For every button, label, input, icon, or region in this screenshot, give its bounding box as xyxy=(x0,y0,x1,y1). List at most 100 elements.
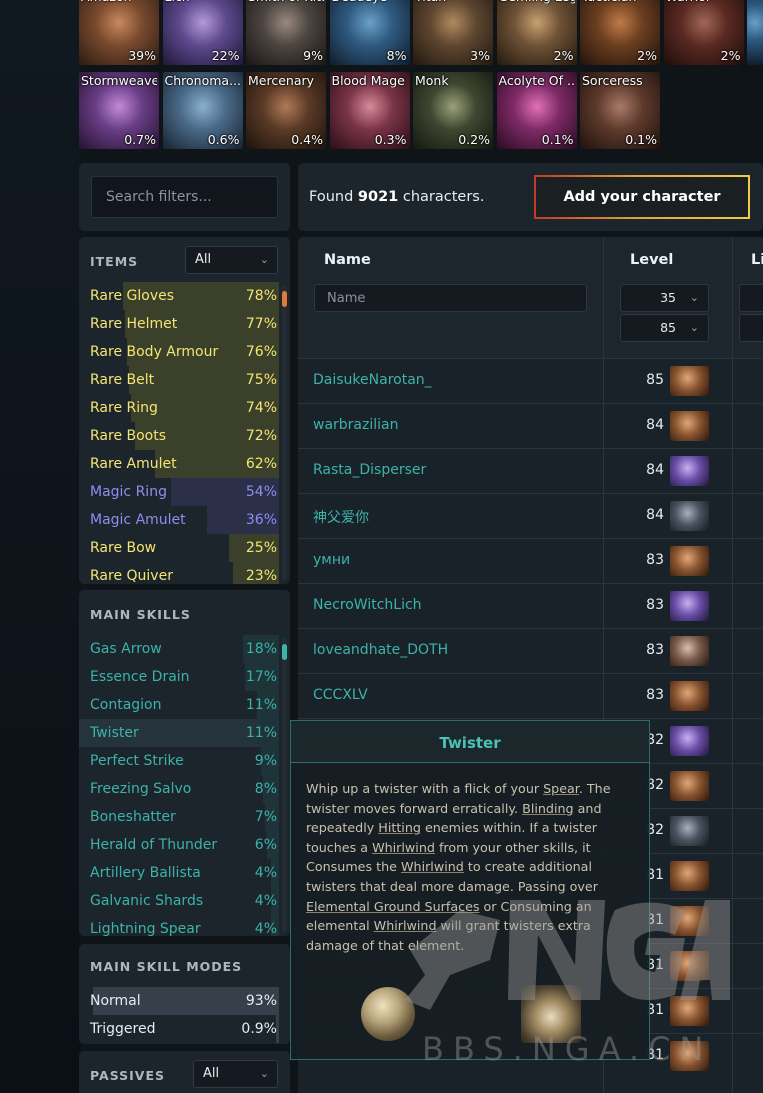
item-filter-row[interactable]: Rare Belt 75% xyxy=(79,366,279,394)
class-percentage: 0.1% xyxy=(625,132,657,147)
class-name: Titan xyxy=(415,0,491,4)
search-filters-input[interactable] xyxy=(91,176,278,218)
item-filter-row[interactable]: Magic Ring 54% xyxy=(79,478,279,506)
table-row[interactable]: loveandhate_DOTH 83 xyxy=(298,628,763,673)
class-portrait[interactable]: Mercenary 0.4% xyxy=(246,72,326,149)
skill-filter-row[interactable]: Twister 11% xyxy=(79,719,279,747)
tooltip-keyword[interactable]: Hitting xyxy=(378,820,421,835)
skill-filter-row[interactable]: Herald of Thunder 6% xyxy=(79,831,279,859)
skill-filter-percentage: 4% xyxy=(254,865,277,881)
character-level: 84 xyxy=(646,417,664,433)
tooltip-keyword[interactable]: Whirlwind xyxy=(374,918,437,933)
character-name-link[interactable]: loveandhate_DOTH xyxy=(313,642,448,658)
skill-filter-row[interactable]: Freezing Salvo 8% xyxy=(79,775,279,803)
add-character-button[interactable]: Add your character xyxy=(534,175,750,219)
class-name: Monk xyxy=(415,73,449,88)
class-name: Tactician xyxy=(582,0,658,4)
class-portrait[interactable]: Smith of Kitava 9% xyxy=(246,0,326,65)
skills-scrollbar[interactable] xyxy=(282,638,287,932)
table-row[interactable]: 神父爱你 84 xyxy=(298,493,763,538)
skill-filter-percentage: 8% xyxy=(254,781,277,797)
life-max-select[interactable] xyxy=(739,314,763,342)
tooltip-keyword[interactable]: Whirlwind xyxy=(401,859,464,874)
class-portrait[interactable]: Chronoma... 0.6% xyxy=(162,72,243,149)
item-filter-row[interactable]: Rare Amulet 62% xyxy=(79,450,279,478)
table-row[interactable]: умни 83 xyxy=(298,538,763,583)
item-filter-row[interactable]: Rare Ring 74% xyxy=(79,394,279,422)
item-filter-row[interactable]: Rare Quiver 23% xyxy=(79,562,279,584)
class-portrait[interactable]: Gemling Legionnaire 2% xyxy=(496,0,577,65)
items-rarity-select[interactable]: All ⌄ xyxy=(185,246,278,274)
chevron-down-icon: ⌄ xyxy=(689,291,699,304)
character-name-link[interactable]: DaisukeNarotan_ xyxy=(313,372,432,388)
class-portrait[interactable]: Monk 0.2% xyxy=(413,72,493,149)
table-row[interactable]: Rasta_Disperser 84 xyxy=(298,448,763,493)
column-header-life[interactable]: Li xyxy=(751,252,763,268)
class-name: Chronoma... xyxy=(164,73,241,88)
table-row[interactable]: DaisukeNarotan_ 85 xyxy=(298,358,763,403)
name-filter-input[interactable] xyxy=(314,284,587,312)
column-header-level[interactable]: Level xyxy=(630,252,673,268)
skill-mode-label: Triggered xyxy=(90,1021,156,1037)
character-name-link[interactable]: NecroWitchLich xyxy=(313,597,422,613)
tooltip-keyword[interactable]: Elemental Ground Surfaces xyxy=(306,899,480,914)
passives-select[interactable]: All ⌄ xyxy=(193,1060,278,1088)
class-percentage: 22% xyxy=(211,48,240,63)
skill-filter-label: Artillery Ballista xyxy=(90,865,201,881)
character-name-link[interactable]: умни xyxy=(313,552,350,568)
class-portrait[interactable]: Deadeye 8% xyxy=(329,0,410,65)
class-portrait[interactable]: Blood Mage 0.3% xyxy=(329,72,410,149)
character-name-link[interactable]: warbrazilian xyxy=(313,417,398,433)
class-percentage: 0.6% xyxy=(207,132,240,147)
class-portrait[interactable]: Acolyte Of ... 0.1% xyxy=(496,72,577,149)
skill-mode-row[interactable]: Normal 93% xyxy=(79,987,279,1015)
skill-filter-row[interactable]: Lightning Spear 4% xyxy=(79,915,279,936)
class-portrait[interactable]: Warrior 2% xyxy=(663,0,744,65)
character-count: 9021 xyxy=(357,189,399,205)
table-row[interactable]: NecroWitchLich 83 xyxy=(298,583,763,628)
tooltip-keyword[interactable]: Blinding xyxy=(522,801,573,816)
class-percentage: 0.3% xyxy=(374,132,407,147)
skill-filter-row[interactable]: Galvanic Shards 4% xyxy=(79,887,279,915)
item-filter-percentage: 74% xyxy=(245,400,277,416)
item-filter-row[interactable]: Rare Gloves 78% xyxy=(79,282,279,310)
skill-filter-row[interactable]: Contagion 11% xyxy=(79,691,279,719)
class-portrait[interactable]: Sorceress 0.1% xyxy=(580,72,660,149)
class-portrait[interactable]: Stormweaver 0.7% xyxy=(79,72,159,149)
class-name: Deadeye xyxy=(332,0,408,4)
skill-filter-row[interactable]: Boneshatter 7% xyxy=(79,803,279,831)
character-name-link[interactable]: 神父爱你 xyxy=(313,507,369,527)
class-portrait[interactable]: Tactician 2% xyxy=(580,0,660,65)
class-portrait[interactable]: Lich 22% xyxy=(162,0,243,65)
skill-filter-row[interactable]: Essence Drain 17% xyxy=(79,663,279,691)
skill-mode-row[interactable]: Triggered 0.9% xyxy=(79,1015,279,1043)
class-portrait[interactable]: Titan 3% xyxy=(413,0,493,65)
column-header-name[interactable]: Name xyxy=(324,252,371,268)
items-scrollbar[interactable] xyxy=(282,285,287,580)
tooltip-keyword[interactable]: Spear xyxy=(543,781,579,796)
item-filter-row[interactable]: Rare Helmet 77% xyxy=(79,310,279,338)
class-percentage: 9% xyxy=(303,48,323,63)
item-filter-row[interactable]: Rare Bow 25% xyxy=(79,534,279,562)
table-row[interactable]: warbrazilian 84 xyxy=(298,403,763,448)
class-portrait[interactable]: Amazon 39% xyxy=(79,0,159,65)
skill-filter-row[interactable]: Gas Arrow 18% xyxy=(79,635,279,663)
item-filter-row[interactable]: Rare Body Armour 76% xyxy=(79,338,279,366)
skill-filter-label: Herald of Thunder xyxy=(90,837,218,853)
main-skills-title: MAIN SKILLS xyxy=(90,607,191,622)
item-filter-row[interactable]: Magic Amulet 36% xyxy=(79,506,279,534)
skill-filter-row[interactable]: Artillery Ballista 4% xyxy=(79,859,279,887)
class-percentage: 2% xyxy=(720,48,741,63)
tooltip-keyword[interactable]: Whirlwind xyxy=(372,840,435,855)
class-avatar-icon xyxy=(670,861,709,891)
level-max-select[interactable]: 85 ⌄ xyxy=(620,314,709,342)
skill-filter-label: Lightning Spear xyxy=(90,921,201,936)
class-portrait-partial[interactable] xyxy=(747,0,763,65)
life-min-select[interactable] xyxy=(739,284,763,312)
item-filter-row[interactable]: Rare Boots 72% xyxy=(79,422,279,450)
character-name-link[interactable]: CCCXLV xyxy=(313,687,368,703)
level-min-select[interactable]: 35 ⌄ xyxy=(620,284,709,312)
table-row[interactable]: CCCXLV 83 xyxy=(298,673,763,718)
character-name-link[interactable]: Rasta_Disperser xyxy=(313,462,426,478)
skill-filter-row[interactable]: Perfect Strike 9% xyxy=(79,747,279,775)
